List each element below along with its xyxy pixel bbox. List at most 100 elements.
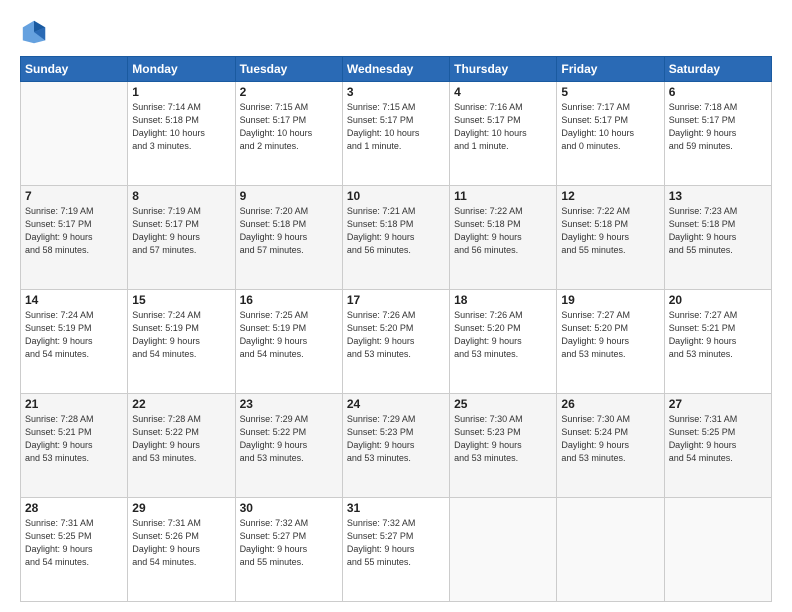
calendar-cell: 23Sunrise: 7:29 AMSunset: 5:22 PMDayligh…: [235, 394, 342, 498]
day-detail: Sunrise: 7:24 AMSunset: 5:19 PMDaylight:…: [25, 309, 123, 361]
day-detail: Sunrise: 7:30 AMSunset: 5:23 PMDaylight:…: [454, 413, 552, 465]
day-detail: Sunrise: 7:26 AMSunset: 5:20 PMDaylight:…: [347, 309, 445, 361]
day-number: 21: [25, 397, 123, 411]
day-detail: Sunrise: 7:30 AMSunset: 5:24 PMDaylight:…: [561, 413, 659, 465]
calendar-cell: 25 Sunrise: 7:30 AMSunset: 5:23 PMDayligh…: [450, 394, 557, 498]
calendar-cell: 13 Sunrise: 7:23 AMSunset: 5:18 PMDayligh…: [664, 186, 771, 290]
calendar-cell: 2 Sunrise: 7:15 AMSunset: 5:17 PMDaylight…: [235, 82, 342, 186]
calendar-table: SundayMondayTuesdayWednesdayThursdayFrid…: [20, 56, 772, 602]
calendar-cell: [21, 82, 128, 186]
logo-icon: [20, 18, 48, 46]
day-number: 1: [132, 85, 230, 99]
day-number: 24: [347, 397, 445, 411]
day-number: 3: [347, 85, 445, 99]
day-number: 5: [561, 85, 659, 99]
day-number: 4: [454, 85, 552, 99]
calendar-cell: 6 Sunrise: 7:18 AMSunset: 5:17 PMDaylight…: [664, 82, 771, 186]
calendar-cell: 9 Sunrise: 7:20 AMSunset: 5:18 PMDaylight…: [235, 186, 342, 290]
day-number: 22: [132, 397, 230, 411]
calendar-cell: 18 Sunrise: 7:26 AMSunset: 5:20 PMDayligh…: [450, 290, 557, 394]
day-detail: Sunrise: 7:21 AMSunset: 5:18 PMDaylight:…: [347, 205, 445, 257]
day-number: 11: [454, 189, 552, 203]
day-detail: Sunrise: 7:32 AMSunset: 5:27 PMDaylight:…: [240, 517, 338, 569]
day-number: 14: [25, 293, 123, 307]
weekday-header-thursday: Thursday: [450, 57, 557, 82]
calendar-cell: 22 Sunrise: 7:28 AMSunset: 5:22 PMDayligh…: [128, 394, 235, 498]
calendar-cell: [664, 498, 771, 602]
weekday-header-row: SundayMondayTuesdayWednesdayThursdayFrid…: [21, 57, 772, 82]
weekday-header-sunday: Sunday: [21, 57, 128, 82]
calendar-cell: 16 Sunrise: 7:25 AMSunset: 5:19 PMDayligh…: [235, 290, 342, 394]
day-number: 16: [240, 293, 338, 307]
calendar-cell: 29 Sunrise: 7:31 AMSunset: 5:26 PMDayligh…: [128, 498, 235, 602]
day-detail: Sunrise: 7:26 AMSunset: 5:20 PMDaylight:…: [454, 309, 552, 361]
day-detail: Sunrise: 7:31 AMSunset: 5:25 PMDaylight:…: [669, 413, 767, 465]
calendar-cell: 5 Sunrise: 7:17 AMSunset: 5:17 PMDaylight…: [557, 82, 664, 186]
day-detail: Sunrise: 7:14 AMSunset: 5:18 PMDaylight:…: [132, 101, 230, 153]
day-number: 18: [454, 293, 552, 307]
day-detail: Sunrise: 7:18 AMSunset: 5:17 PMDaylight:…: [669, 101, 767, 153]
day-number: 20: [669, 293, 767, 307]
calendar-cell: 31 Sunrise: 7:32 AMSunset: 5:27 PMDayligh…: [342, 498, 449, 602]
day-number: 28: [25, 501, 123, 515]
day-detail: Sunrise: 7:23 AMSunset: 5:18 PMDaylight:…: [669, 205, 767, 257]
day-number: 8: [132, 189, 230, 203]
day-detail: Sunrise: 7:28 AMSunset: 5:22 PMDaylight:…: [132, 413, 230, 465]
day-detail: Sunrise: 7:27 AMSunset: 5:20 PMDaylight:…: [561, 309, 659, 361]
day-detail: Sunrise: 7:17 AMSunset: 5:17 PMDaylight:…: [561, 101, 659, 153]
calendar-cell: 27 Sunrise: 7:31 AMSunset: 5:25 PMDayligh…: [664, 394, 771, 498]
calendar-cell: 17 Sunrise: 7:26 AMSunset: 5:20 PMDayligh…: [342, 290, 449, 394]
calendar-row-0: 1 Sunrise: 7:14 AMSunset: 5:18 PMDaylight…: [21, 82, 772, 186]
calendar-cell: 20Sunrise: 7:27 AMSunset: 5:21 PMDayligh…: [664, 290, 771, 394]
weekday-header-saturday: Saturday: [664, 57, 771, 82]
day-number: 7: [25, 189, 123, 203]
calendar-cell: 10 Sunrise: 7:21 AMSunset: 5:18 PMDayligh…: [342, 186, 449, 290]
calendar-row-1: 7 Sunrise: 7:19 AMSunset: 5:17 PMDaylight…: [21, 186, 772, 290]
day-detail: Sunrise: 7:31 AMSunset: 5:26 PMDaylight:…: [132, 517, 230, 569]
day-detail: Sunrise: 7:22 AMSunset: 5:18 PMDaylight:…: [454, 205, 552, 257]
day-number: 26: [561, 397, 659, 411]
day-number: 15: [132, 293, 230, 307]
day-detail: Sunrise: 7:24 AMSunset: 5:19 PMDaylight:…: [132, 309, 230, 361]
calendar-cell: 14 Sunrise: 7:24 AMSunset: 5:19 PMDayligh…: [21, 290, 128, 394]
day-number: 31: [347, 501, 445, 515]
weekday-header-tuesday: Tuesday: [235, 57, 342, 82]
day-detail: Sunrise: 7:31 AMSunset: 5:25 PMDaylight:…: [25, 517, 123, 569]
calendar-row-2: 14 Sunrise: 7:24 AMSunset: 5:19 PMDayligh…: [21, 290, 772, 394]
calendar-cell: 8 Sunrise: 7:19 AMSunset: 5:17 PMDaylight…: [128, 186, 235, 290]
calendar-cell: 7 Sunrise: 7:19 AMSunset: 5:17 PMDaylight…: [21, 186, 128, 290]
calendar-cell: 26 Sunrise: 7:30 AMSunset: 5:24 PMDayligh…: [557, 394, 664, 498]
day-number: 27: [669, 397, 767, 411]
day-number: 13: [669, 189, 767, 203]
day-detail: Sunrise: 7:25 AMSunset: 5:19 PMDaylight:…: [240, 309, 338, 361]
day-number: 29: [132, 501, 230, 515]
calendar-row-3: 21Sunrise: 7:28 AMSunset: 5:21 PMDayligh…: [21, 394, 772, 498]
day-number: 9: [240, 189, 338, 203]
day-detail: Sunrise: 7:19 AMSunset: 5:17 PMDaylight:…: [25, 205, 123, 257]
calendar-cell: 15 Sunrise: 7:24 AMSunset: 5:19 PMDayligh…: [128, 290, 235, 394]
day-detail: Sunrise: 7:32 AMSunset: 5:27 PMDaylight:…: [347, 517, 445, 569]
calendar-cell: 11 Sunrise: 7:22 AMSunset: 5:18 PMDayligh…: [450, 186, 557, 290]
calendar-cell: 12Sunrise: 7:22 AMSunset: 5:18 PMDayligh…: [557, 186, 664, 290]
page: SundayMondayTuesdayWednesdayThursdayFrid…: [0, 0, 792, 612]
day-number: 12: [561, 189, 659, 203]
calendar-cell: 21Sunrise: 7:28 AMSunset: 5:21 PMDayligh…: [21, 394, 128, 498]
day-detail: Sunrise: 7:29 AMSunset: 5:23 PMDaylight:…: [347, 413, 445, 465]
calendar-cell: [557, 498, 664, 602]
weekday-header-monday: Monday: [128, 57, 235, 82]
day-number: 19: [561, 293, 659, 307]
day-number: 25: [454, 397, 552, 411]
day-detail: Sunrise: 7:20 AMSunset: 5:18 PMDaylight:…: [240, 205, 338, 257]
calendar-cell: 19 Sunrise: 7:27 AMSunset: 5:20 PMDayligh…: [557, 290, 664, 394]
calendar-row-4: 28 Sunrise: 7:31 AMSunset: 5:25 PMDayligh…: [21, 498, 772, 602]
day-detail: Sunrise: 7:19 AMSunset: 5:17 PMDaylight:…: [132, 205, 230, 257]
day-number: 10: [347, 189, 445, 203]
day-detail: Sunrise: 7:29 AMSunset: 5:22 PMDaylight:…: [240, 413, 338, 465]
day-number: 6: [669, 85, 767, 99]
weekday-header-friday: Friday: [557, 57, 664, 82]
day-detail: Sunrise: 7:16 AMSunset: 5:17 PMDaylight:…: [454, 101, 552, 153]
day-number: 2: [240, 85, 338, 99]
calendar-cell: 30Sunrise: 7:32 AMSunset: 5:27 PMDayligh…: [235, 498, 342, 602]
day-detail: Sunrise: 7:15 AMSunset: 5:17 PMDaylight:…: [240, 101, 338, 153]
day-number: 17: [347, 293, 445, 307]
